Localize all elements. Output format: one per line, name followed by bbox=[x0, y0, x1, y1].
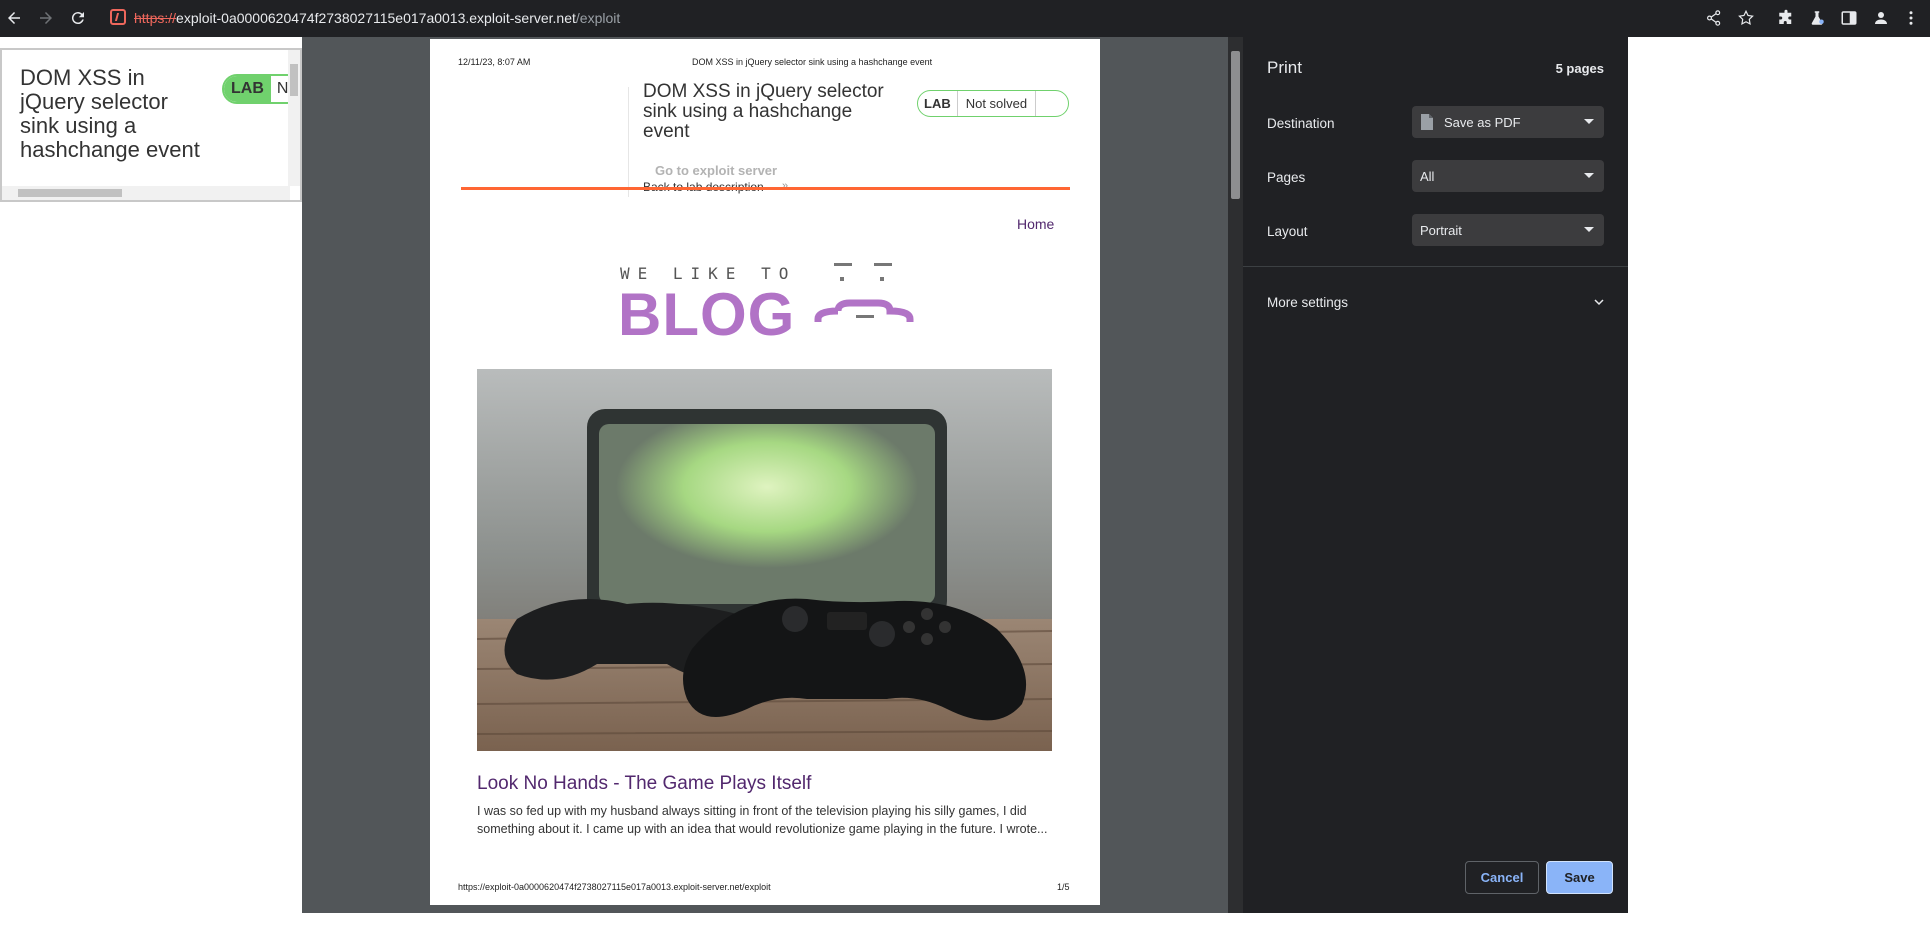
page-count: 5 pages bbox=[1555, 61, 1604, 76]
menu-kebab-icon[interactable] bbox=[1900, 7, 1922, 29]
url-host: exploit-0a0000620474f2738027115e017a0013… bbox=[176, 10, 576, 26]
print-settings-panel: Print 5 pages Destination Save as PDF Pa… bbox=[1243, 37, 1628, 913]
preview-scroll-thumb[interactable] bbox=[1231, 51, 1240, 199]
layout-select[interactable]: Portrait bbox=[1412, 214, 1604, 246]
print-preview-page: 12/11/23, 8:07 AM DOM XSS in jQuery sele… bbox=[430, 39, 1100, 905]
reload-icon[interactable] bbox=[67, 7, 89, 29]
layout-label: Layout bbox=[1267, 224, 1308, 239]
preview-header-title: DOM XSS in jQuery selector sink using a … bbox=[692, 57, 933, 67]
url-path: /exploit bbox=[575, 10, 621, 26]
preview-back-arrow-icon: » bbox=[782, 180, 789, 192]
preview-post-title: Look No Hands - The Game Plays Itself bbox=[477, 773, 812, 794]
print-dialog: 12/11/23, 8:07 AM DOM XSS in jQuery sele… bbox=[302, 37, 1628, 913]
forward-icon[interactable] bbox=[35, 7, 57, 29]
browser-toolbar: https://exploit-0a0000620474f2738027115e… bbox=[0, 0, 1930, 37]
iframe-horizontal-scrollbar[interactable] bbox=[2, 186, 290, 200]
chevron-down-icon bbox=[1584, 119, 1594, 124]
iframe-lab-badge-label: LAB bbox=[224, 76, 271, 102]
preview-scrollbar[interactable] bbox=[1228, 37, 1243, 913]
blog-logo-face-icon bbox=[814, 263, 914, 322]
save-button[interactable]: Save bbox=[1546, 861, 1613, 894]
preview-blog-wordmark: BLOG bbox=[618, 281, 796, 348]
share-icon[interactable] bbox=[1703, 7, 1725, 29]
site-warning-icon[interactable] bbox=[110, 9, 126, 25]
preview-lab-status-badge: LAB Not solved bbox=[917, 90, 1069, 117]
address-bar[interactable]: https://exploit-0a0000620474f2738027115e… bbox=[134, 5, 620, 31]
chevron-down-icon bbox=[1594, 299, 1604, 306]
preview-lab-title: DOM XSS in jQuery selector sink using a … bbox=[643, 81, 884, 142]
lab-flask-icon[interactable] bbox=[1806, 7, 1828, 29]
bookmark-star-icon[interactable] bbox=[1735, 7, 1757, 29]
iframe-lab-title: DOM XSS in jQuery selector sink using a … bbox=[20, 65, 200, 162]
preview-header-date: 12/11/23, 8:07 AM bbox=[458, 57, 531, 67]
cancel-button[interactable]: Cancel bbox=[1465, 861, 1539, 894]
iframe-vertical-scroll-thumb[interactable] bbox=[290, 64, 298, 96]
preview-post-excerpt: I was so fed up with my husband always s… bbox=[477, 804, 1048, 836]
side-panel-icon[interactable] bbox=[1838, 7, 1860, 29]
chevron-down-icon bbox=[1584, 227, 1594, 232]
preview-footer-page: 1/5 bbox=[1057, 882, 1070, 892]
destination-value: Save as PDF bbox=[1444, 114, 1521, 130]
print-title: Print bbox=[1267, 58, 1302, 77]
print-preview-area[interactable]: 12/11/23, 8:07 AM DOM XSS in jQuery sele… bbox=[302, 37, 1243, 913]
iframe-horizontal-scroll-thumb[interactable] bbox=[18, 189, 122, 197]
back-icon[interactable] bbox=[3, 7, 25, 29]
preview-divider bbox=[628, 87, 629, 197]
preview-lab-status-text: Not solved bbox=[958, 91, 1037, 116]
more-settings-toggle[interactable]: More settings bbox=[1267, 295, 1604, 315]
preview-lab-badge-label: LAB bbox=[918, 91, 958, 116]
chevron-down-icon bbox=[1584, 173, 1594, 178]
exploit-iframe[interactable]: DOM XSS in jQuery selector sink using a … bbox=[0, 48, 302, 202]
settings-divider bbox=[1243, 266, 1628, 267]
destination-label: Destination bbox=[1267, 116, 1335, 131]
pages-label: Pages bbox=[1267, 170, 1306, 185]
document-icon bbox=[1421, 114, 1433, 130]
preview-orange-divider bbox=[461, 187, 1070, 190]
profile-icon[interactable] bbox=[1870, 7, 1892, 29]
game-controllers-image bbox=[477, 369, 1052, 751]
more-settings-label: More settings bbox=[1267, 295, 1349, 310]
pages-select[interactable]: All bbox=[1412, 160, 1604, 192]
iframe-vertical-scrollbar[interactable] bbox=[288, 50, 300, 186]
destination-select[interactable]: Save as PDF bbox=[1412, 106, 1604, 138]
preview-home-link: Home bbox=[1017, 216, 1055, 232]
preview-post-image bbox=[477, 369, 1052, 751]
layout-value: Portrait bbox=[1420, 222, 1462, 238]
extensions-icon[interactable] bbox=[1775, 7, 1797, 29]
preview-exploit-server-link: Go to exploit server bbox=[655, 163, 778, 178]
url-scheme: https:// bbox=[134, 10, 177, 26]
pages-value: All bbox=[1420, 168, 1435, 184]
preview-footer-url: https://exploit-0a0000620474f2738027115e… bbox=[458, 882, 771, 892]
